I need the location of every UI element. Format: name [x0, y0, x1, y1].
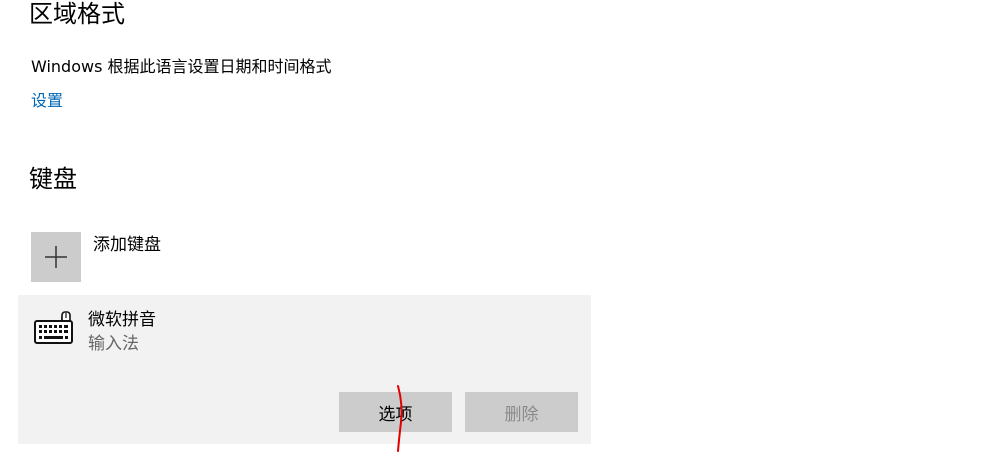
ime-name: 微软拼音 [88, 310, 156, 330]
add-keyboard-button[interactable]: 添加键盘 [31, 232, 161, 282]
plus-icon [31, 232, 81, 282]
ime-options-button[interactable]: 选项 [339, 392, 452, 432]
ime-remove-button[interactable]: 删除 [465, 392, 578, 432]
keyboard-icon [33, 311, 75, 345]
add-keyboard-label: 添加键盘 [93, 235, 161, 255]
region-format-title: 区域格式 [29, 0, 125, 28]
region-settings-link[interactable]: 设置 [31, 90, 63, 112]
region-format-description: Windows 根据此语言设置日期和时间格式 [31, 57, 332, 76]
ime-type: 输入法 [88, 334, 139, 354]
keyboard-section-title: 键盘 [29, 165, 77, 193]
ime-panel-microsoft-pinyin[interactable]: 微软拼音 输入法 选项 删除 [18, 295, 591, 444]
